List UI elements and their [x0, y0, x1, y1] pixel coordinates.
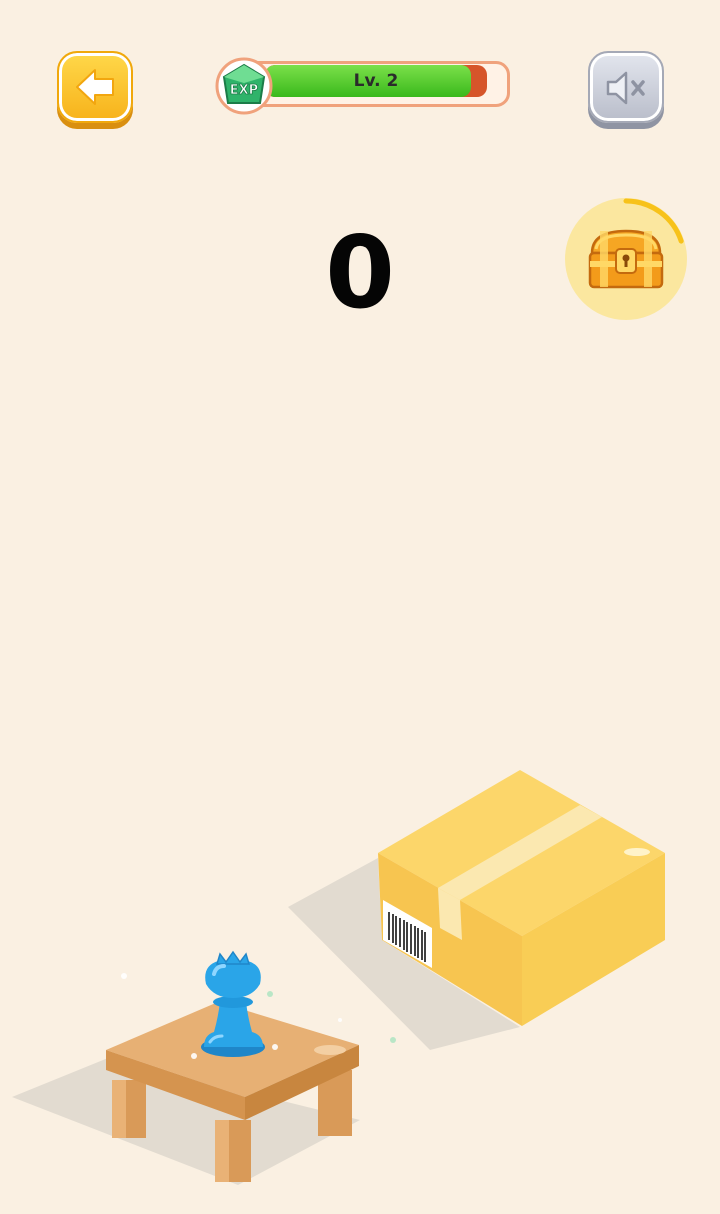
reward-chest-button[interactable] [565, 198, 687, 320]
exp-badge-text: EXP [230, 83, 258, 98]
score-counter: 0 [325, 214, 395, 331]
speaker-muted-icon [606, 71, 645, 105]
level-label: Lv. 2 [353, 71, 399, 91]
chess-queen-icon[interactable] [201, 950, 265, 1057]
sound-toggle-button[interactable] [588, 51, 664, 123]
exp-gem-icon: EXP [215, 57, 273, 115]
game-scene [12, 770, 665, 1185]
treasure-chest-icon [588, 229, 664, 289]
arrow-left-icon [76, 69, 114, 105]
back-button[interactable] [57, 51, 133, 123]
exp-progress-bar: Lv. 2 EXP [210, 57, 512, 115]
